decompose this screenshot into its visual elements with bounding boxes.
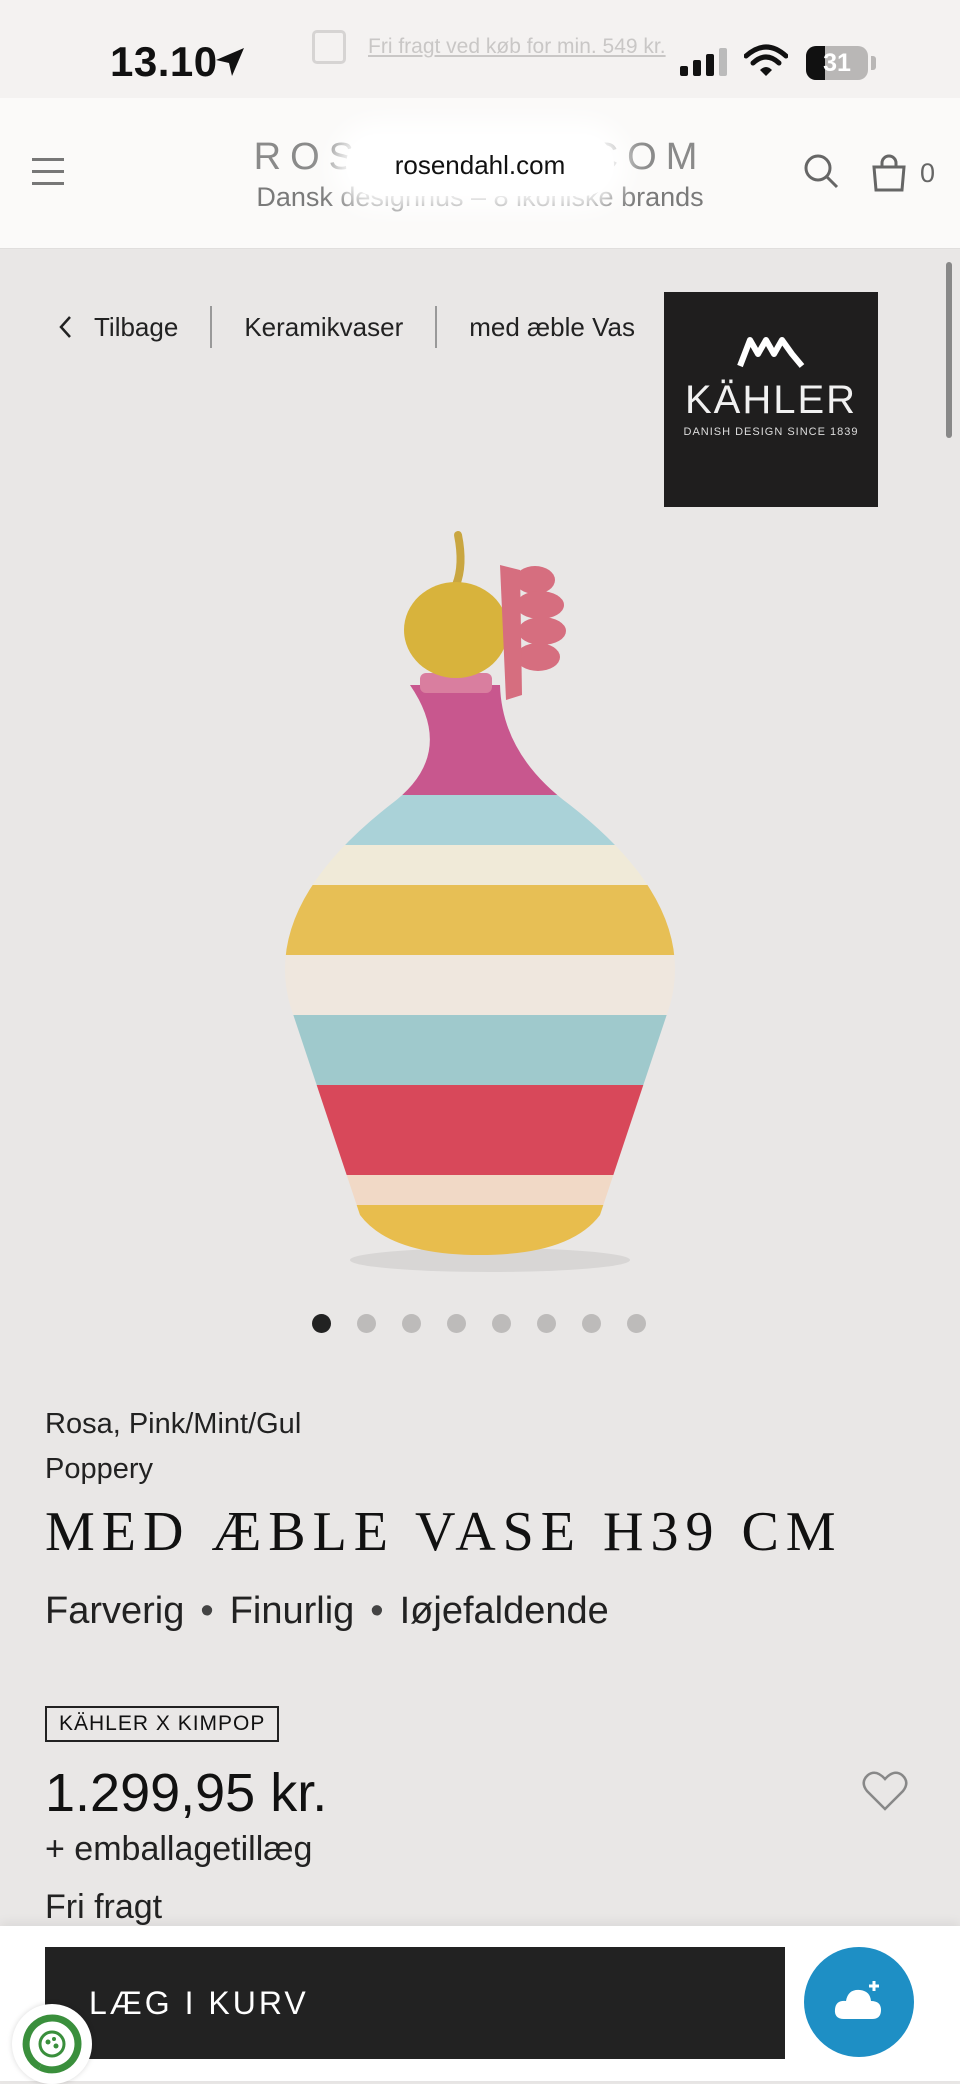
gallery-dot[interactable]	[357, 1314, 376, 1333]
location-arrow-icon	[216, 48, 244, 76]
chat-cloud-icon	[834, 1981, 881, 2019]
promo-text: Fri fragt ved køb for min. 549 kr.	[368, 35, 666, 58]
clock: 13.10	[110, 38, 218, 85]
logo-name: KÄHLER	[684, 378, 858, 422]
gallery-dot[interactable]	[537, 1314, 556, 1333]
scrollbar[interactable]	[946, 262, 952, 438]
shopping-bag-icon	[312, 30, 346, 64]
packaging-fee: + emballagetillæg	[45, 1830, 313, 1868]
chat-button[interactable]	[804, 1947, 914, 2057]
product-image[interactable]	[250, 525, 710, 1275]
gallery-dot[interactable]	[492, 1314, 511, 1333]
breadcrumb: Tilbage Keramikvaser med æble Vas	[58, 306, 635, 348]
logo-since: DANISH DESIGN SINCE 1839	[683, 426, 859, 438]
product-designer[interactable]: Poppery	[45, 1453, 153, 1486]
heart-icon[interactable]	[862, 1770, 908, 1812]
gallery-dot[interactable]	[402, 1314, 421, 1333]
site-header: ROSENDAHL.COM Dansk designhus – 8 ikonis…	[0, 98, 960, 249]
product-title: MED ÆBLE VASE H39 CM	[45, 1501, 843, 1563]
kahler-mark-icon	[737, 337, 805, 368]
battery-level: 31	[823, 49, 851, 77]
signal-icon	[680, 48, 727, 76]
promo-banner: Fri fragt ved køb for min. 549 kr.	[312, 30, 666, 64]
collab-badge: KÄHLER X KIMPOP	[45, 1706, 280, 1742]
url-bar[interactable]: rosendahl.com	[346, 134, 614, 196]
menu-icon[interactable]	[32, 158, 64, 194]
breadcrumb-separator	[210, 306, 213, 348]
search-icon[interactable]	[803, 153, 839, 189]
battery-tip	[871, 56, 876, 70]
add-to-cart-button[interactable]: LÆG I KURV	[45, 1947, 785, 2059]
trait: Farverig	[45, 1590, 185, 1632]
recycle-icon	[22, 2014, 82, 2074]
shipping-note: Fri fragt	[45, 1888, 163, 1926]
wifi-icon	[744, 44, 788, 76]
product-traits: Farverig • Finurlig • Iøjefaldende	[45, 1590, 609, 1633]
gallery-dot[interactable]	[582, 1314, 601, 1333]
gallery-pagination	[312, 1314, 646, 1333]
bottom-action-bar: LÆG I KURV	[0, 1926, 960, 2081]
gallery-dot[interactable]	[312, 1314, 331, 1333]
trait: Iøjefaldende	[399, 1590, 609, 1632]
status-bar: Fri fragt ved køb for min. 549 kr. 13.10…	[0, 0, 960, 98]
trait: Finurlig	[229, 1590, 355, 1632]
kahler-brand-logo[interactable]: KÄHLER DANISH DESIGN SINCE 1839	[664, 292, 878, 507]
trait-separator: •	[370, 1590, 384, 1632]
cart-count: 0	[920, 158, 936, 188]
gallery-dot[interactable]	[627, 1314, 646, 1333]
trait-separator: •	[200, 1590, 214, 1632]
gallery-dot[interactable]	[447, 1314, 466, 1333]
product-price: 1.299,95 kr.	[45, 1763, 328, 1823]
battery-indicator: 31	[806, 46, 868, 80]
chevron-left-icon[interactable]	[58, 315, 72, 339]
product-color: Rosa, Pink/Mint/Gul	[45, 1408, 302, 1440]
breadcrumb-item-current: med æble Vas	[469, 311, 635, 342]
cart-icon[interactable]	[870, 154, 908, 192]
recycle-badge[interactable]	[12, 2004, 92, 2084]
back-link[interactable]: Tilbage	[94, 312, 178, 343]
breadcrumb-separator	[435, 306, 438, 348]
breadcrumb-item-category[interactable]: Keramikvaser	[244, 312, 403, 343]
